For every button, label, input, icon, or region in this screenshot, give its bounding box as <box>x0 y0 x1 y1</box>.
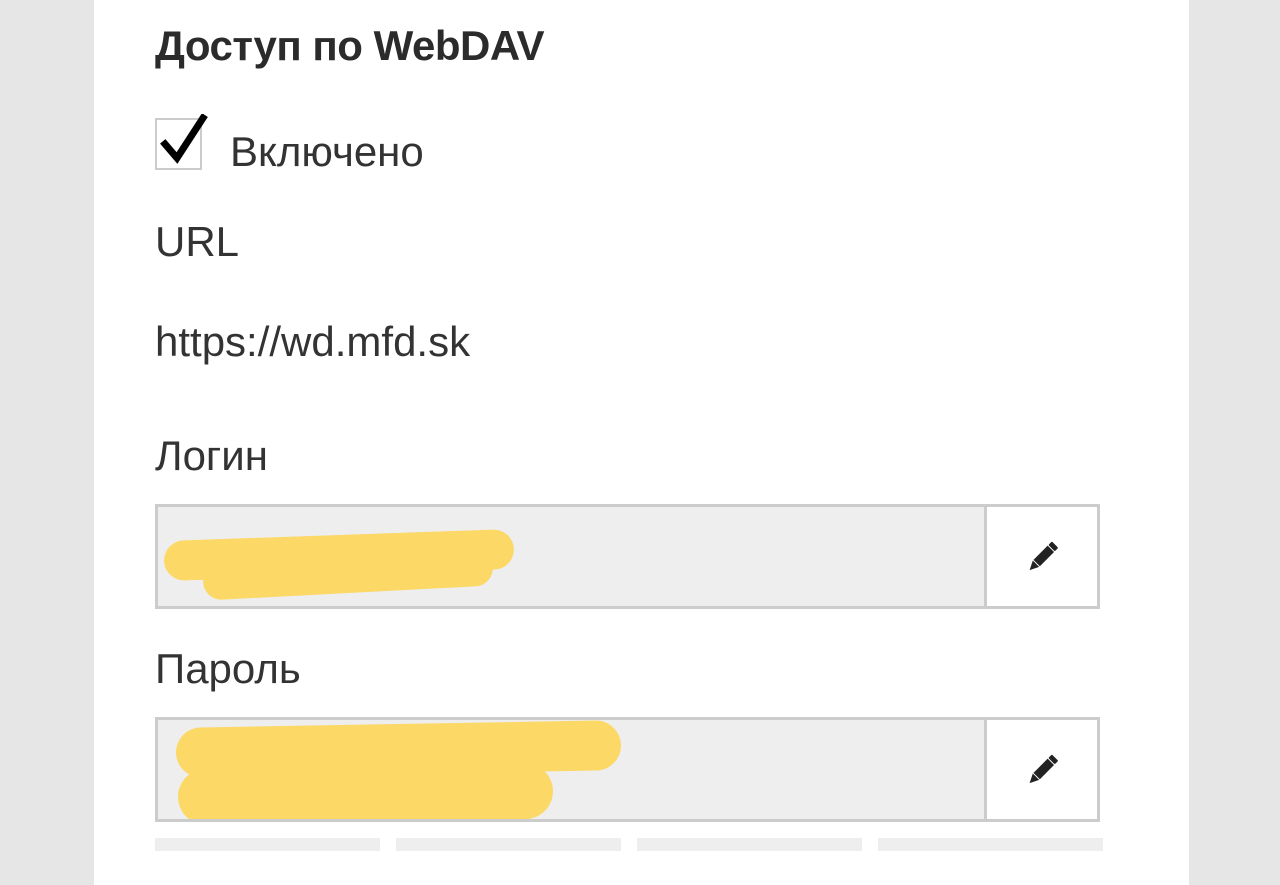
login-field-row <box>155 504 1100 609</box>
password-edit-button[interactable] <box>984 717 1100 822</box>
tab-4[interactable] <box>878 838 1103 851</box>
checkmark-icon <box>160 114 208 164</box>
login-edit-button[interactable] <box>984 504 1100 609</box>
bottom-tabs <box>155 838 1103 851</box>
login-label: Логин <box>155 432 268 479</box>
url-value: https://wd.mfd.sk <box>155 318 471 365</box>
login-field[interactable] <box>155 504 984 609</box>
tab-1[interactable] <box>155 838 380 851</box>
pencil-icon <box>1029 754 1058 783</box>
tab-3[interactable] <box>637 838 862 851</box>
password-field[interactable] <box>155 717 984 822</box>
enabled-checkbox-row[interactable]: Включено <box>155 112 424 176</box>
tab-2[interactable] <box>396 838 621 851</box>
section-title: Доступ по WebDAV <box>155 22 545 69</box>
password-label: Пароль <box>155 645 301 692</box>
password-redaction <box>177 762 554 819</box>
enabled-checkbox[interactable] <box>155 114 208 170</box>
pencil-icon <box>1029 541 1058 570</box>
url-label: URL <box>155 218 240 265</box>
enabled-label: Включено <box>230 128 424 175</box>
password-field-row <box>155 717 1100 822</box>
